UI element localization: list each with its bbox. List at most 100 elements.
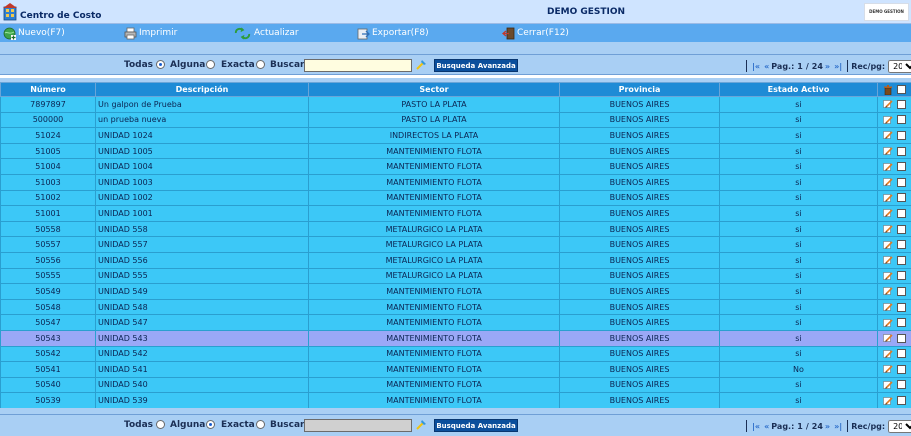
cell-sector: MANTENIMIENTO FLOTA: [308, 189, 560, 207]
edit-icon[interactable]: [883, 286, 893, 296]
edit-icon[interactable]: [883, 364, 893, 374]
row-checkbox[interactable]: [897, 99, 906, 109]
edit-icon[interactable]: [883, 302, 893, 312]
col-header-descripcion[interactable]: Descripción: [95, 82, 309, 97]
edit-icon[interactable]: [883, 318, 893, 328]
row-checkbox[interactable]: [897, 146, 906, 156]
edit-icon[interactable]: [883, 146, 893, 156]
nuevo-button[interactable]: Nuevo(F7): [3, 26, 65, 40]
edit-icon[interactable]: [883, 240, 893, 250]
exacta-radio[interactable]: [256, 60, 265, 69]
row-checkbox[interactable]: [897, 240, 906, 250]
edit-icon[interactable]: [883, 396, 893, 406]
imprimir-button[interactable]: Imprimir: [124, 26, 177, 40]
row-checkbox[interactable]: [897, 193, 906, 203]
busqueda-avanzada-button[interactable]: Busqueda Avanzada: [434, 59, 518, 72]
cerrar-button[interactable]: Cerrar(F12): [502, 26, 569, 40]
row-checkbox[interactable]: [897, 396, 906, 406]
table-row[interactable]: 51004 UNIDAD 1004 MANTENIMIENTO FLOTA BUENO…: [0, 158, 911, 175]
table-row[interactable]: 7897897 Un galpon de Prueba PASTO LA PLATA…: [0, 96, 911, 113]
trash-icon[interactable]: [883, 84, 893, 95]
table-row[interactable]: 50555 UNIDAD 555 METALURGICO LA PLATA BUENO…: [0, 267, 911, 285]
prev-page-button[interactable]: «: [764, 62, 769, 71]
cell-estado: si: [719, 220, 878, 238]
edit-icon[interactable]: [883, 130, 893, 140]
last-page-button[interactable]: »|: [834, 62, 842, 71]
table-row[interactable]: 500000 un prueba nueva PASTO LA PLATA BUENO…: [0, 111, 911, 129]
table-row[interactable]: 50547 UNIDAD 547 MANTENIMIENTO FLOTA BUENOS…: [0, 314, 911, 331]
table-row[interactable]: 50539 UNIDAD 539 MANTENIMIENTO FLOTA BUENOS…: [0, 392, 911, 409]
row-checkbox[interactable]: [897, 208, 906, 218]
alguna-radio[interactable]: [206, 420, 215, 429]
recpg-select[interactable]: 20: [888, 59, 911, 73]
cell-provincia: BUENOS AIRES: [559, 111, 720, 129]
table-row[interactable]: 51024 UNIDAD 1024 INDIRECTOS LA PLATA BUENO…: [0, 127, 911, 144]
exacta-radio[interactable]: [256, 420, 265, 429]
next-page-button[interactable]: »: [825, 62, 830, 71]
row-checkbox[interactable]: [897, 162, 906, 172]
table-row[interactable]: 50556 UNIDAD 556 METALURGICO LA PLATA BUENO…: [0, 251, 911, 269]
table-row[interactable]: 50548 UNIDAD 548 MANTENIMIENTO FLOTA BUENOS…: [0, 298, 911, 316]
edit-icon[interactable]: [883, 349, 893, 359]
row-checkbox[interactable]: [897, 224, 906, 234]
cell-sector: INDIRECTOS LA PLATA: [308, 127, 560, 144]
row-checkbox[interactable]: [897, 177, 906, 187]
row-checkbox[interactable]: [897, 349, 906, 359]
edit-icon[interactable]: [883, 193, 893, 203]
col-header-numero[interactable]: Número: [0, 82, 96, 97]
edit-icon[interactable]: [883, 255, 893, 265]
row-checkbox[interactable]: [897, 255, 906, 265]
edit-icon[interactable]: [883, 333, 893, 343]
edit-icon[interactable]: [883, 224, 893, 234]
table-row[interactable]: 51002 UNIDAD 1002 MANTENIMIENTO FLOTA BUENO…: [0, 189, 911, 207]
row-checkbox[interactable]: [897, 115, 906, 125]
edit-icon[interactable]: [883, 115, 893, 125]
row-checkbox[interactable]: [897, 286, 906, 296]
row-checkbox[interactable]: [897, 271, 906, 281]
actualizar-button[interactable]: Actualizar: [233, 26, 299, 40]
todas-radio[interactable]: [156, 420, 165, 429]
next-page-button[interactable]: »: [825, 422, 830, 431]
row-checkbox[interactable]: [897, 302, 906, 312]
cell-provincia: BUENOS AIRES: [559, 189, 720, 207]
table-row[interactable]: 50549 UNIDAD 549 MANTENIMIENTO FLOTA BUENOS…: [0, 283, 911, 300]
edit-icon[interactable]: [883, 271, 893, 281]
row-checkbox[interactable]: [897, 364, 906, 374]
recpg-select[interactable]: 20: [888, 419, 911, 433]
edit-icon[interactable]: [883, 162, 893, 172]
table-row[interactable]: 50543 UNIDAD 543 MANTENIMIENTO FLOTA BUENOS…: [0, 329, 911, 347]
alguna-radio[interactable]: [206, 60, 215, 69]
row-checkbox[interactable]: [897, 333, 906, 343]
row-checkbox[interactable]: [897, 380, 906, 390]
search-go-icon[interactable]: [415, 59, 427, 71]
edit-icon[interactable]: [883, 208, 893, 218]
row-checkbox[interactable]: [897, 318, 906, 328]
row-checkbox[interactable]: [897, 130, 906, 140]
table-row[interactable]: 51001 UNIDAD 1001 MANTENIMIENTO FLOTA BUENO…: [0, 205, 911, 222]
table-row[interactable]: 50557 UNIDAD 557 METALURGICO LA PLATA BUENO…: [0, 236, 911, 253]
search-input[interactable]: [304, 59, 412, 72]
table-row[interactable]: 50542 UNIDAD 542 MANTENIMIENTO FLOTA BUENOS…: [0, 345, 911, 363]
table-row[interactable]: 51005 UNIDAD 1005 MANTENIMIENTO FLOTA BUENO…: [0, 142, 911, 160]
first-page-button[interactable]: |«: [752, 422, 760, 431]
table-row[interactable]: 50541 UNIDAD 541 MANTENIMIENTO FLOTA BUENOS…: [0, 361, 911, 378]
first-page-button[interactable]: |«: [752, 62, 760, 71]
search-input[interactable]: [304, 419, 412, 432]
table-row[interactable]: 51003 UNIDAD 1003 MANTENIMIENTO FLOTA BUENO…: [0, 173, 911, 191]
last-page-button[interactable]: »|: [834, 422, 842, 431]
table-row[interactable]: 50540 UNIDAD 540 MANTENIMIENTO FLOTA BUENOS…: [0, 376, 911, 394]
col-header-sector[interactable]: Sector: [308, 82, 560, 97]
search-go-icon[interactable]: [415, 419, 427, 431]
table-row[interactable]: 50558 UNIDAD 558 METALURGICO LA PLATA BUENO…: [0, 220, 911, 238]
todas-radio[interactable]: [156, 60, 165, 69]
cell-descripcion: Un galpon de Prueba: [95, 96, 309, 113]
col-header-estado[interactable]: Estado Activo: [719, 82, 878, 97]
busqueda-avanzada-button[interactable]: Busqueda Avanzada: [434, 419, 518, 432]
col-header-provincia[interactable]: Provincia: [559, 82, 720, 97]
edit-icon[interactable]: [883, 380, 893, 390]
exportar-button[interactable]: Exportar(F8): [357, 26, 429, 40]
edit-icon[interactable]: [883, 99, 893, 109]
prev-page-button[interactable]: «: [764, 422, 769, 431]
edit-icon[interactable]: [883, 177, 893, 187]
select-all-checkbox[interactable]: [897, 85, 906, 94]
